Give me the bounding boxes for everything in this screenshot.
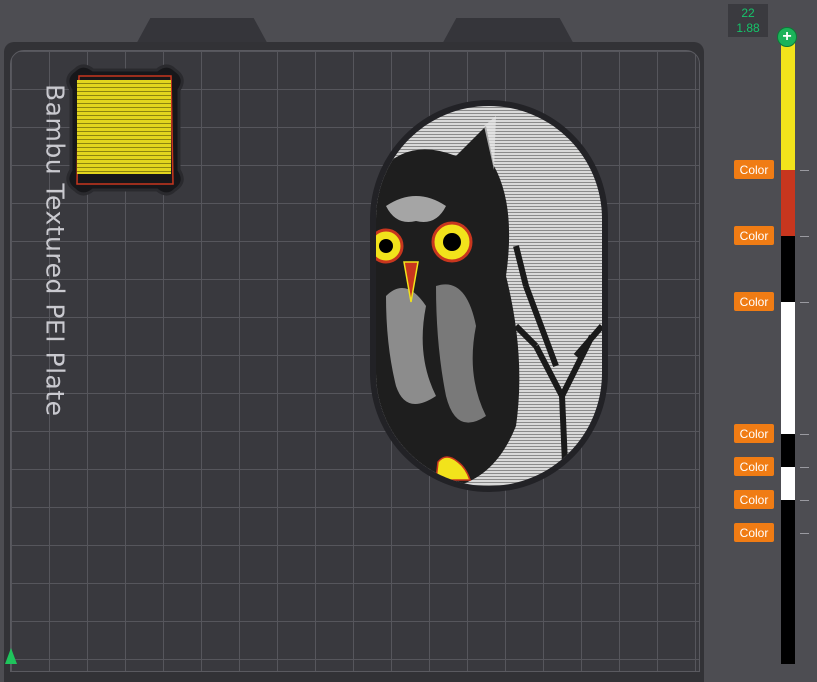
slider-segment-black: [781, 236, 795, 302]
layer-number: 22: [741, 6, 755, 20]
slider-tick: [800, 170, 809, 171]
slider-tick: [800, 236, 809, 237]
slider-segment-red: [781, 170, 795, 236]
slider-handle-plus-icon[interactable]: +: [777, 27, 797, 47]
slider-segment-white: [781, 467, 795, 500]
calibration-cube-model[interactable]: [55, 60, 195, 200]
slider-segment-black: [781, 500, 795, 664]
layer-readout: 22 1.88: [728, 4, 768, 37]
color-change-button-3[interactable]: Color: [734, 292, 774, 311]
color-change-button-2[interactable]: Color: [734, 226, 774, 245]
layer-slider-track[interactable]: [781, 42, 795, 664]
slider-tick: [800, 434, 809, 435]
color-change-button-1[interactable]: Color: [734, 160, 774, 179]
slider-tick: [800, 500, 809, 501]
origin-axis-icon: [5, 648, 17, 664]
3d-viewport[interactable]: Bambu Textured PEI Plate: [0, 0, 817, 682]
color-change-button-5[interactable]: Color: [734, 457, 774, 476]
cube-top-layer: [77, 80, 171, 174]
slider-segment-yellow: [781, 42, 795, 170]
slider-tick: [800, 302, 809, 303]
layer-height: 1.88: [736, 21, 760, 35]
color-change-button-6[interactable]: Color: [734, 490, 774, 509]
layer-slider[interactable]: [720, 0, 817, 664]
owl-relief-model[interactable]: [366, 96, 612, 496]
color-change-button-4[interactable]: Color: [734, 424, 774, 443]
color-change-button-7[interactable]: Color: [734, 523, 774, 542]
slider-tick: [800, 533, 809, 534]
slider-segment-white: [781, 302, 795, 434]
slider-tick: [800, 467, 809, 468]
slider-segment-black: [781, 434, 795, 467]
